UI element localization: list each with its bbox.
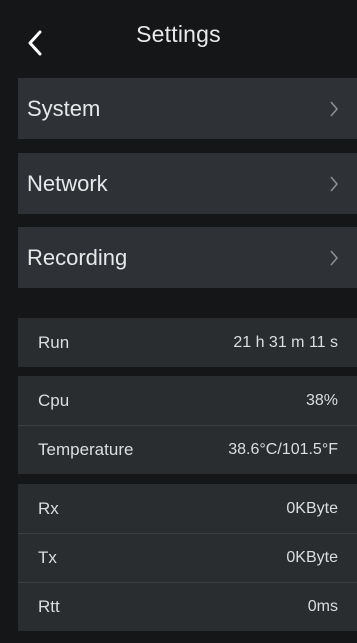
network-info-group: Rx 0KByte Tx 0KByte Rtt 0ms: [18, 484, 357, 631]
temperature-label: Temperature: [38, 440, 134, 459]
run-label: Run: [38, 332, 70, 352]
header: Settings: [0, 0, 357, 78]
run-info-group: Run 21 h 31 m 11 s: [18, 318, 357, 367]
rtt-value: 0ms: [307, 598, 338, 615]
chevron-right-icon: [329, 100, 339, 118]
menu-item-label: Recording: [27, 244, 128, 270]
chevron-right-icon: [329, 175, 339, 193]
temperature-row: Temperature 38.6°C/101.5°F: [18, 425, 357, 474]
cpu-label: Cpu: [38, 390, 70, 410]
menu-item-label: Network: [27, 170, 108, 196]
page-title: Settings: [136, 20, 221, 47]
cpu-value: 38%: [305, 391, 338, 409]
temperature-value: 38.6°C/101.5°F: [228, 441, 338, 458]
chevron-left-icon: [28, 30, 42, 56]
system-info-group: Cpu 38% Temperature 38.6°C/101.5°F: [18, 376, 357, 474]
tx-value: 0KByte: [286, 549, 338, 566]
rtt-label: Rtt: [38, 597, 60, 616]
cpu-row: Cpu 38%: [18, 376, 357, 425]
run-value: 21 h 31 m 11 s: [233, 333, 338, 351]
rx-row: Rx 0KByte: [18, 484, 357, 533]
tx-label: Tx: [38, 548, 57, 567]
rx-value: 0KByte: [286, 499, 338, 517]
settings-screen: Settings System Network Recording Run 21…: [0, 0, 357, 643]
chevron-right-icon: [329, 249, 339, 267]
menu-item-system[interactable]: System: [18, 78, 357, 139]
rx-label: Rx: [38, 498, 59, 518]
rtt-row: Rtt 0ms: [18, 582, 357, 631]
menu-item-network[interactable]: Network: [18, 153, 357, 214]
menu-item-label: System: [27, 95, 101, 121]
back-button[interactable]: [22, 26, 48, 60]
run-row: Run 21 h 31 m 11 s: [18, 318, 357, 367]
menu-item-recording[interactable]: Recording: [18, 227, 357, 288]
tx-row: Tx 0KByte: [18, 533, 357, 582]
